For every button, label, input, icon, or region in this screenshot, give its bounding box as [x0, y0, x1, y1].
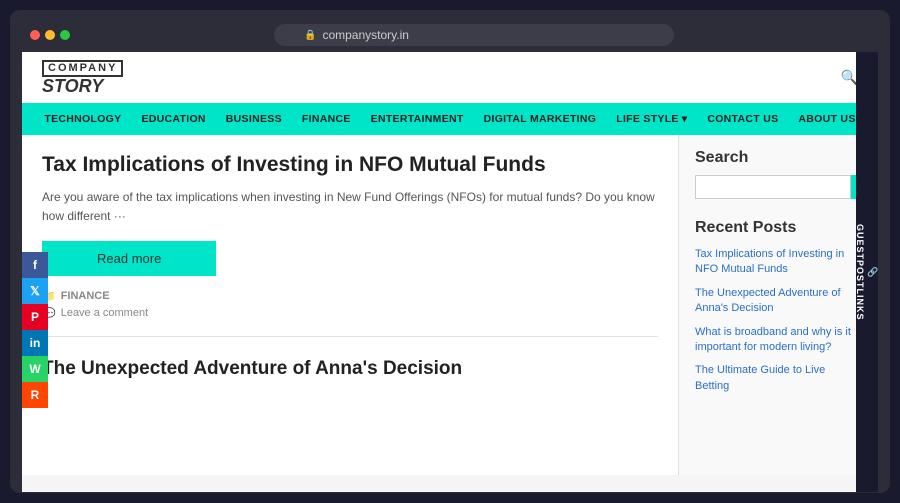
article1-category-row: 📁 FINANCE: [42, 290, 658, 303]
nav-digital-marketing[interactable]: DIGITAL MARKETING: [474, 103, 607, 135]
logo-story: STORY: [42, 77, 123, 95]
article1-comment-row: 💬 Leave a comment: [42, 307, 658, 320]
article1-meta: 📁 FINANCE 💬 Leave a comment: [42, 290, 658, 337]
dropdown-chevron-icon: ▾: [682, 113, 688, 125]
read-more-button[interactable]: Read more: [42, 241, 216, 276]
main-content: Tax Implications of Investing in NFO Mut…: [22, 135, 678, 475]
guestpost-text: 🔗 GUESTPOSTLINKS: [855, 224, 878, 321]
close-button[interactable]: [30, 30, 40, 40]
article1-excerpt: Are you aware of the tax implications wh…: [42, 188, 658, 226]
address-bar[interactable]: 🔒 companystory.in: [274, 24, 674, 46]
recent-post-3[interactable]: What is broadband and why is it importan…: [695, 325, 862, 356]
recent-post-1[interactable]: Tax Implications of Investing in NFO Mut…: [695, 247, 862, 278]
nav-technology[interactable]: TECHNOLOGY: [34, 103, 131, 135]
nav-education[interactable]: EDUCATION: [131, 103, 215, 135]
site-header: COMPANY STORY 🔍 TECHNOLOGY EDUCATION BUS…: [22, 52, 878, 135]
article1-category[interactable]: FINANCE: [61, 290, 110, 302]
nav-bar: TECHNOLOGY EDUCATION BUSINESS FINANCE En…: [22, 103, 878, 135]
article2-title[interactable]: The Unexpected Adventure of Anna's Decis…: [42, 357, 658, 382]
social-sidebar: f 𝕏 P in W R: [22, 252, 48, 408]
nav-finance[interactable]: FINANCE: [292, 103, 361, 135]
sidebar: Search Search Recent Posts Tax Implicati…: [678, 135, 878, 475]
nav-contact[interactable]: Contact Us: [697, 103, 788, 135]
sidebar-search-box: Search: [695, 175, 862, 199]
recent-post-4[interactable]: The Ultimate Guide to Live Betting: [695, 363, 862, 394]
facebook-button[interactable]: f: [22, 252, 48, 278]
reddit-button[interactable]: R: [22, 382, 48, 408]
pinterest-button[interactable]: P: [22, 304, 48, 330]
site-logo[interactable]: COMPANY STORY: [42, 60, 123, 95]
browser-window: 🔒 companystory.in 🔗 GUESTPOSTLINKS f 𝕏 P…: [10, 10, 890, 493]
article1-title[interactable]: Tax Implications of Investing in NFO Mut…: [42, 151, 658, 178]
main-layout: Tax Implications of Investing in NFO Mut…: [22, 135, 878, 475]
header-top: COMPANY STORY 🔍: [22, 52, 878, 103]
nav-lifestyle[interactable]: LIFE STYLE ▾: [606, 103, 697, 135]
guestpost-icon: 🔗: [869, 266, 878, 278]
nav-about[interactable]: About Us: [788, 103, 865, 135]
nav-entertainment[interactable]: Entertainment: [361, 103, 474, 135]
browser-content: 🔗 GUESTPOSTLINKS f 𝕏 P in W R COMPANY ST…: [22, 52, 878, 492]
twitter-button[interactable]: 𝕏: [22, 278, 48, 304]
logo-company: COMPANY: [42, 60, 123, 77]
url-text: companystory.in: [322, 28, 408, 42]
traffic-lights: [30, 30, 70, 40]
whatsapp-button[interactable]: W: [22, 356, 48, 382]
recent-post-2[interactable]: The Unexpected Adventure of Anna's Decis…: [695, 286, 862, 317]
recent-posts-title: Recent Posts: [695, 219, 862, 237]
guestpost-sidebar[interactable]: 🔗 GUESTPOSTLINKS: [856, 52, 878, 492]
lock-icon: 🔒: [304, 30, 316, 41]
browser-top-bar: 🔒 companystory.in: [22, 18, 878, 52]
linkedin-button[interactable]: in: [22, 330, 48, 356]
nav-business[interactable]: BUSINESS: [216, 103, 292, 135]
sidebar-search-input[interactable]: [695, 175, 851, 199]
article1-comment[interactable]: Leave a comment: [61, 307, 148, 319]
minimize-button[interactable]: [45, 30, 55, 40]
sidebar-search-label: Search: [695, 149, 862, 167]
maximize-button[interactable]: [60, 30, 70, 40]
guestpost-label: GUESTPOSTLINKS: [855, 224, 865, 321]
